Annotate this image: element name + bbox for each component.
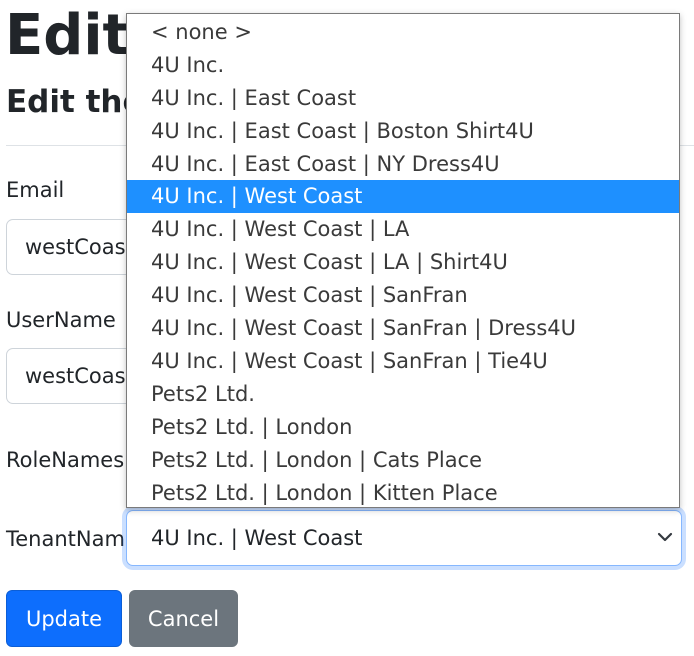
page-title: Edit: [5, 3, 130, 68]
dropdown-option[interactable]: 4U Inc. | East Coast: [127, 82, 679, 115]
dropdown-option[interactable]: 4U Inc. | West Coast | SanFran | Dress4U: [127, 312, 679, 345]
tenantname-selected-value: 4U Inc. | West Coast: [151, 526, 363, 550]
page-subtitle: Edit the: [6, 84, 144, 120]
dropdown-option-selected[interactable]: 4U Inc. | West Coast: [127, 180, 679, 213]
tenant-dropdown-list[interactable]: < none > 4U Inc. 4U Inc. | East Coast 4U…: [126, 13, 680, 508]
dropdown-option[interactable]: 4U Inc.: [127, 49, 679, 82]
dropdown-option[interactable]: 4U Inc. | West Coast | SanFran: [127, 279, 679, 312]
dropdown-option[interactable]: 4U Inc. | West Coast | LA: [127, 213, 679, 246]
chevron-down-icon: [657, 532, 673, 542]
dropdown-option[interactable]: 4U Inc. | West Coast | LA | Shirt4U: [127, 246, 679, 279]
dropdown-option[interactable]: 4U Inc. | East Coast | NY Dress4U: [127, 148, 679, 181]
cancel-button[interactable]: Cancel: [129, 590, 238, 647]
rolenames-label: RoleNames: [6, 448, 125, 472]
dropdown-option[interactable]: Pets2 Ltd. | London: [127, 411, 679, 444]
email-label: Email: [6, 178, 65, 202]
dropdown-option[interactable]: Pets2 Ltd.: [127, 378, 679, 411]
tenantname-select[interactable]: 4U Inc. | West Coast: [126, 510, 682, 566]
dropdown-option[interactable]: 4U Inc. | East Coast | Boston Shirt4U: [127, 115, 679, 148]
username-label: UserName: [6, 308, 116, 332]
dropdown-option[interactable]: Pets2 Ltd. | London | Cats Place: [127, 444, 679, 477]
update-button[interactable]: Update: [6, 590, 122, 647]
tenantname-label: TenantName: [6, 527, 138, 551]
dropdown-option[interactable]: < none >: [127, 16, 679, 49]
dropdown-option[interactable]: Pets2 Ltd. | London | Kitten Place: [127, 477, 679, 510]
dropdown-option[interactable]: 4U Inc. | West Coast | SanFran | Tie4U: [127, 345, 679, 378]
